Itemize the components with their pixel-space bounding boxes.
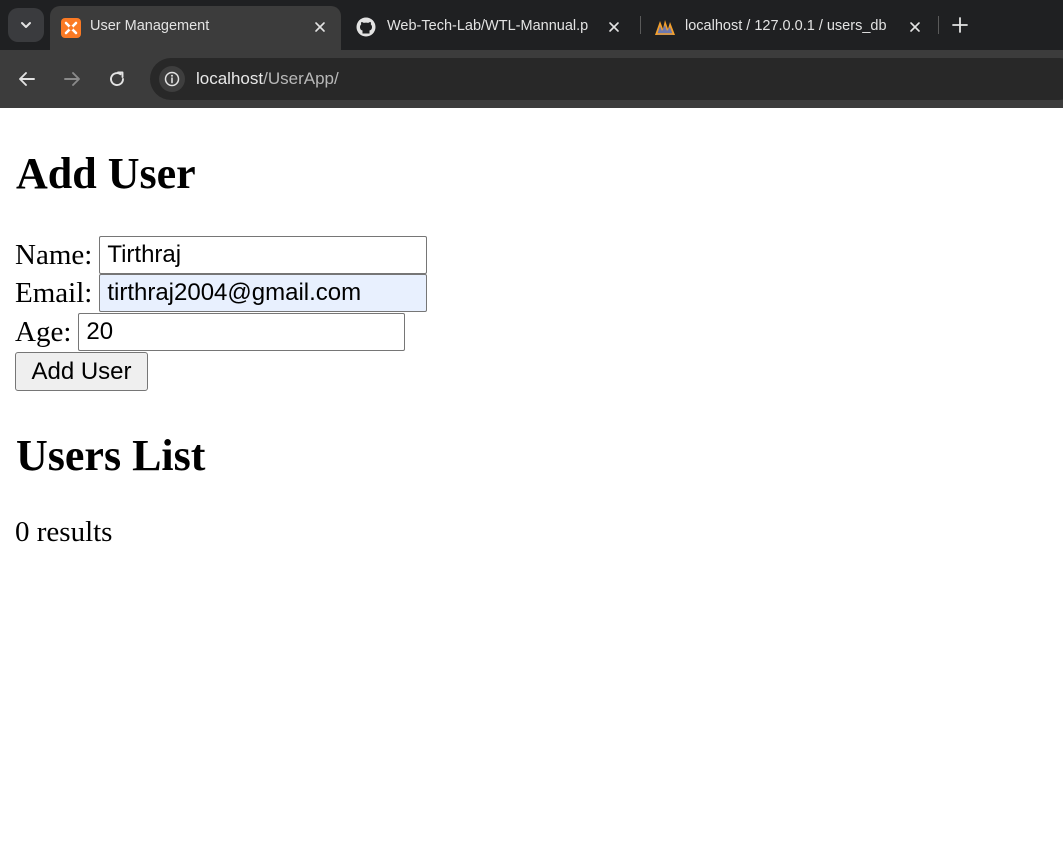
results-count: 0 results xyxy=(15,516,113,548)
tab-search-button[interactable] xyxy=(8,8,44,42)
name-row: Name: xyxy=(15,236,428,274)
close-icon[interactable] xyxy=(311,18,329,36)
reload-button[interactable] xyxy=(104,66,130,92)
tab-separator xyxy=(640,16,641,34)
age-input[interactable] xyxy=(78,313,406,351)
age-label: Age: xyxy=(15,315,72,348)
browser-toolbar: localhost/UserApp/ xyxy=(0,50,1063,108)
xampp-icon xyxy=(61,18,81,38)
add-user-button[interactable]: Add User xyxy=(15,352,148,391)
tab-phpmyadmin-users-db[interactable]: localhost / 127.0.0.1 / users_db xyxy=(643,6,936,50)
url-path: /UserApp/ xyxy=(263,69,339,88)
add-user-heading: Add User xyxy=(16,149,196,198)
url-text[interactable]: localhost/UserApp/ xyxy=(196,69,339,89)
close-icon[interactable] xyxy=(605,18,623,36)
email-input[interactable] xyxy=(99,274,428,312)
arrow-left-icon xyxy=(19,72,35,86)
arrow-right-icon xyxy=(64,72,80,86)
new-tab-button[interactable] xyxy=(948,13,972,37)
url-host: localhost xyxy=(196,69,264,88)
name-input[interactable] xyxy=(99,236,428,274)
name-label: Name: xyxy=(15,238,93,271)
reload-icon xyxy=(110,71,124,86)
github-icon xyxy=(356,17,376,37)
tab-user-management[interactable]: User Management xyxy=(50,6,341,50)
age-row: Age: xyxy=(15,313,406,351)
page-content: Add User Name: Email: Age: Add User User… xyxy=(0,108,1063,842)
tab-title: User Management xyxy=(90,18,210,34)
info-icon xyxy=(164,71,180,87)
browser-tab-strip: User Management Web-Tech-Lab/WTL-Mannual… xyxy=(0,0,1063,50)
chevron-down-icon xyxy=(21,22,31,28)
users-list-heading: Users List xyxy=(16,431,206,480)
site-info-button[interactable] xyxy=(159,66,185,92)
tab-title: localhost / 127.0.0.1 / users_db xyxy=(685,18,887,34)
close-icon[interactable] xyxy=(906,18,924,36)
tab-github-wtl-manual[interactable]: Web-Tech-Lab/WTL-Mannual.p xyxy=(345,6,635,50)
tab-separator xyxy=(938,16,939,34)
plus-icon xyxy=(952,17,968,33)
email-label: Email: xyxy=(15,276,93,309)
address-bar[interactable]: localhost/UserApp/ xyxy=(150,58,1063,100)
phpmyadmin-icon xyxy=(654,17,676,37)
back-button[interactable] xyxy=(14,66,40,92)
tab-title: Web-Tech-Lab/WTL-Mannual.p xyxy=(387,18,589,34)
forward-button[interactable] xyxy=(59,66,85,92)
email-row: Email: xyxy=(15,274,428,312)
